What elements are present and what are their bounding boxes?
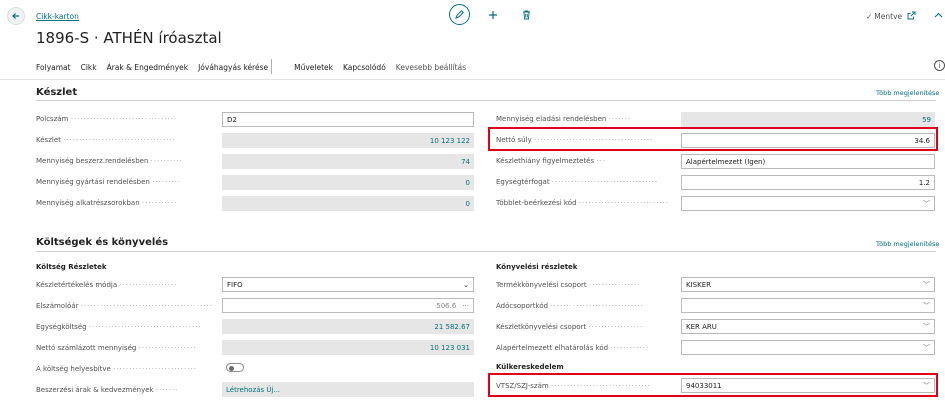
- edit-button[interactable]: [449, 4, 470, 25]
- termekkonyvelesi-select[interactable]: KISKER ﹀: [681, 277, 935, 292]
- divider: [36, 251, 936, 252]
- back-button[interactable]: [7, 7, 25, 25]
- subtitle-posting-details: Könyvelési részletek: [496, 263, 578, 271]
- back-arrow-icon: [12, 13, 19, 19]
- saved-status-label: Mentve: [874, 12, 903, 21]
- action-folyamat[interactable]: Folyamat: [36, 63, 71, 72]
- field-label: Készletkönyvelési csoport ··············…: [496, 323, 644, 331]
- gyartasi-rendeles-value[interactable]: 0: [222, 175, 474, 190]
- field-label: Készletértékelés módja ·················…: [36, 281, 178, 289]
- field-label: Alapértelmezett elhatárolás kód ········…: [496, 344, 650, 352]
- collapse-button[interactable]: [932, 9, 944, 21]
- action-kevesebb[interactable]: Kevesebb beállítás: [396, 63, 466, 72]
- chevron-down-icon: ﹀: [923, 301, 930, 310]
- show-more-costs[interactable]: Több megjelenítése: [876, 240, 939, 248]
- checkmark-icon: ✓: [866, 12, 873, 21]
- divider: [0, 79, 945, 80]
- action-bar: Folyamat Cikk Árak & Engedmények Jóváhag…: [36, 60, 945, 74]
- breadcrumb[interactable]: Cikk-karton: [36, 12, 79, 21]
- chevron-down-icon: ﹀: [923, 280, 930, 289]
- field-label: Mennyiség alkatrészsorokban ···········: [36, 199, 178, 207]
- field-label: Termékkönyvelési csoport ···············…: [496, 281, 641, 289]
- subtitle-foreign-trade: Külkereskedelem: [496, 363, 564, 371]
- action-muveletek[interactable]: Műveletek: [294, 63, 333, 72]
- field-label: Mennyiség eladási rendelésben ·······: [496, 115, 632, 123]
- field-label: Mennyiség beszerz.rendelésben ··········: [36, 157, 183, 165]
- delete-button[interactable]: [520, 9, 532, 21]
- field-label: Egységtérfogat ·························…: [496, 178, 659, 186]
- chevron-up-icon: [934, 12, 942, 18]
- field-label: Beszerzési árak & kedvezmények ·······: [36, 386, 179, 394]
- field-label: Egységköltség ··························…: [36, 323, 202, 331]
- action-cikk[interactable]: Cikk: [81, 63, 97, 72]
- chevron-down-icon: ﹀: [923, 343, 930, 352]
- field-label: Nettó számlázott mennyiség ·············…: [36, 344, 197, 352]
- section-title-costs[interactable]: Költségek és könyvelés: [36, 237, 168, 248]
- field-label: Elszámolóár ····························…: [36, 302, 213, 310]
- highlight-netto-suly: [488, 127, 938, 151]
- chevron-down-icon: ﹀: [923, 199, 930, 208]
- chevron-down-icon: ⌄: [463, 280, 469, 289]
- ellipsis-icon[interactable]: ···: [462, 302, 469, 310]
- keszlet-value[interactable]: 10 123 122: [222, 133, 474, 148]
- egysegkoltseg-value[interactable]: 21 582.67: [222, 319, 474, 334]
- koltseg-helyesbitve-toggle[interactable]: [226, 363, 244, 372]
- action-arak[interactable]: Árak & Engedmények: [107, 63, 188, 72]
- field-label: Készlet ································…: [36, 136, 176, 144]
- action-jovahagyas[interactable]: Jóváhagyás kérése: [198, 63, 268, 72]
- elszamoloar-input[interactable]: 506.6 ···: [222, 298, 474, 313]
- beszerzesi-arak-link[interactable]: Létrehozás Új...: [222, 382, 474, 397]
- elszamoloar-value: 506.6: [436, 301, 457, 310]
- show-more-inventory[interactable]: Több megjelenítése: [876, 89, 939, 97]
- eladasi-rendeles-value[interactable]: 59: [681, 112, 935, 127]
- field-label: Többlet-beérkezési kód ·················…: [496, 199, 669, 207]
- netto-szamlazott-value[interactable]: 10 123 031: [222, 340, 474, 355]
- field-label: Mennyiség gyártási rendelésben ·········: [36, 178, 182, 186]
- popout-icon: [907, 11, 915, 19]
- delete-icon: [522, 10, 530, 20]
- saved-status: ✓ Mentve: [866, 12, 902, 21]
- field-label: Polcszám ·······························…: [36, 115, 178, 123]
- keszletkonyvelesi-select[interactable]: KER ARU ﹀: [681, 319, 935, 334]
- section-title-inventory[interactable]: Készlet: [36, 87, 77, 98]
- alkatreszsorok-value[interactable]: 0: [222, 196, 474, 211]
- beszerz-rendeles-value[interactable]: 74: [222, 154, 474, 169]
- keszlethiany-value: Alapértelmezett (Igen): [686, 157, 766, 166]
- field-label: Készlethiány figyelmeztetés ···: [496, 157, 607, 165]
- tobblet-beerkezesi-select[interactable]: ﹀: [681, 196, 935, 211]
- action-separator: [271, 59, 272, 74]
- edit-pencil-icon: [455, 9, 465, 19]
- plus-icon: [489, 11, 497, 19]
- page-title: 1896-S · ATHÉN íróasztal: [36, 29, 222, 47]
- adocsoportkod-select[interactable]: ﹀: [681, 298, 935, 313]
- keszletkonyvelesi-value: KER ARU: [686, 322, 717, 331]
- divider: [36, 100, 936, 101]
- subtitle-cost-details: Költség Részletek: [36, 263, 107, 271]
- keszlethiany-select[interactable]: Alapértelmezett (Igen): [681, 154, 935, 169]
- chevron-down-icon: ﹀: [923, 322, 930, 331]
- info-icon[interactable]: i: [934, 60, 945, 71]
- highlight-vtsz: [488, 373, 938, 397]
- polcszam-input[interactable]: D2: [222, 112, 474, 127]
- new-button[interactable]: [487, 9, 499, 21]
- popout-button[interactable]: [905, 9, 917, 21]
- keszletertekeles-select[interactable]: FIFO ⌄: [222, 277, 474, 292]
- elhatarolas-select[interactable]: ﹀: [681, 340, 935, 355]
- field-label: Adócsoportkód ··························…: [496, 302, 644, 310]
- egysegterfogat-input[interactable]: 1.2: [681, 175, 935, 190]
- action-kapcsolodo[interactable]: Kapcsolódó: [343, 63, 386, 72]
- keszletertekeles-value: FIFO: [227, 280, 243, 289]
- termekkonyvelesi-value: KISKER: [686, 280, 711, 289]
- field-label: A költség helyesbítve ··················…: [36, 365, 197, 373]
